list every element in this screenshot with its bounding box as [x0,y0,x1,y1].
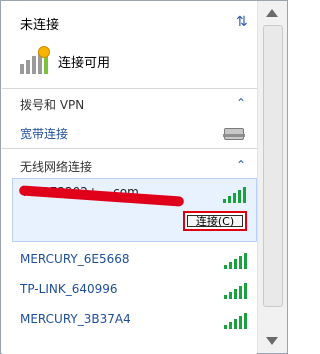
page-title: 未连接 [20,18,60,33]
section-dial-vpn: 拨号和 VPN [20,98,85,112]
connect-button[interactable]: 连接(C) [183,211,247,231]
scroll-down-icon[interactable] [266,337,278,345]
wifi-signal-icon [224,253,247,269]
wifi-ssid: MERCURY_3B37A4 [20,312,131,326]
wifi-signal-icon [223,187,246,203]
wifi-signal-icon [224,283,247,299]
wifi-signal-icon [224,313,247,329]
chevron-up-icon[interactable]: ⌃ [236,96,246,110]
refresh-icon[interactable]: ⇅ [236,14,248,30]
connection-status: 连接可用 [20,46,110,76]
wifi-selected-item[interactable]: h 7073202+ , .com 连接(C) [12,178,257,242]
status-text: 连接可用 [58,55,111,71]
broadband-label: 宽带连接 [20,126,69,141]
wifi-ssid: TP-LINK_640996 [20,282,118,296]
scroll-up-icon[interactable] [266,9,278,17]
scrollbar[interactable] [257,1,287,353]
scroll-thumb[interactable] [263,25,283,307]
wifi-list-item[interactable]: MERCURY_6E5668 [20,250,130,268]
connect-button-label: 连接(C) [187,215,243,228]
chevron-up-icon[interactable]: ⌃ [236,158,246,172]
network-flyout: 未连接 ⇅ 连接可用 拨号和 VPN ⌃ 宽带连接 无线网络连接 ⌃ h 707 [0,0,288,354]
modem-icon [223,128,245,140]
divider [2,88,257,89]
flyout-content: 未连接 ⇅ 连接可用 拨号和 VPN ⌃ 宽带连接 无线网络连接 ⌃ h 707 [2,2,257,354]
wifi-list-item[interactable]: TP-LINK_640996 [20,280,118,298]
network-status-icon [20,46,50,74]
divider [2,148,257,149]
wifi-ssid: MERCURY_6E5668 [20,252,130,266]
section-wireless: 无线网络连接 [20,160,93,174]
wifi-list-item[interactable]: MERCURY_3B37A4 [20,310,131,328]
sun-icon [38,46,50,58]
broadband-connection[interactable]: 宽带连接 [20,124,68,142]
